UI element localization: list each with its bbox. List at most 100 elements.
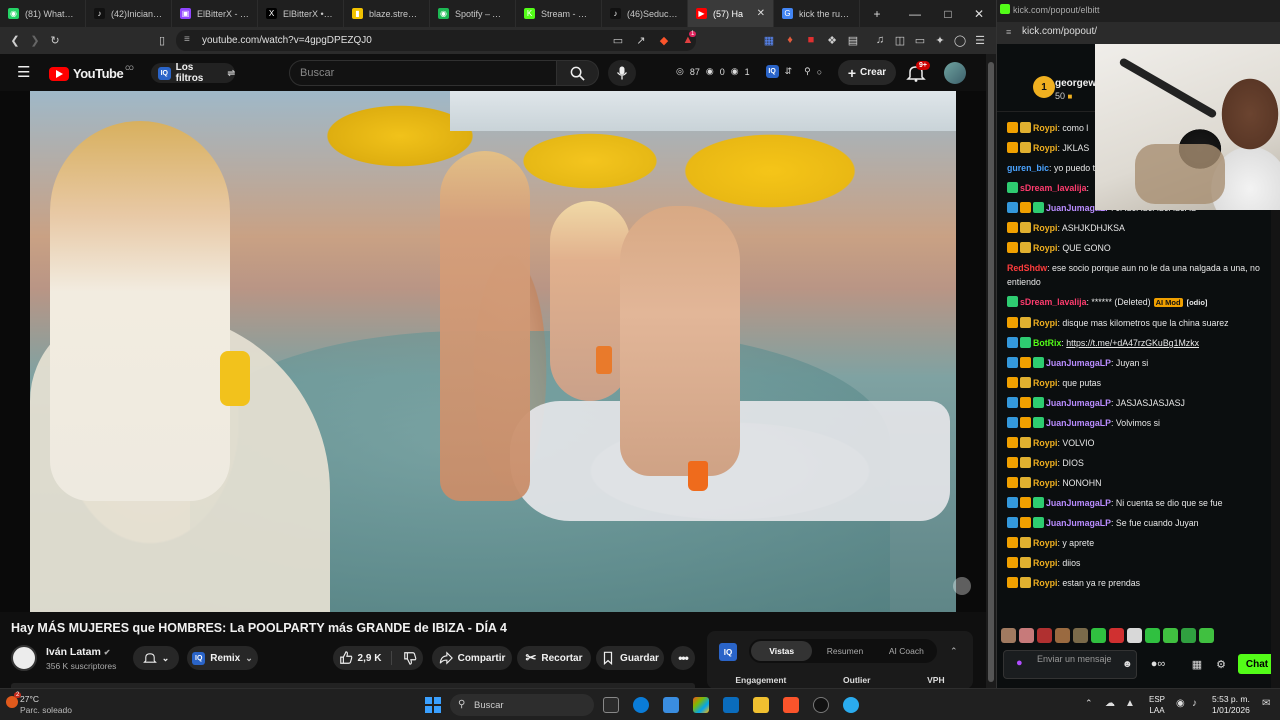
chat-username[interactable]: JuanJumagaLP <box>1046 358 1111 368</box>
chat-link[interactable]: https://t.me/+dA47rzGKuBg1Mzkx <box>1066 338 1199 348</box>
emote-icon[interactable] <box>1163 628 1178 643</box>
chat-username[interactable]: Roypi <box>1033 458 1057 468</box>
search-button[interactable] <box>557 60 599 86</box>
tray-shield-icon[interactable]: ▲ <box>1125 698 1135 709</box>
chat-username[interactable]: Roypi <box>1033 243 1057 253</box>
share-page-icon[interactable]: ↗ <box>634 33 648 47</box>
lightbulb-icon[interactable]: ⚲ <box>804 66 811 77</box>
file-explorer-icon[interactable] <box>753 697 769 713</box>
browser-tab[interactable]: ♪ (42)Iniciando m <box>86 0 172 27</box>
site-info-icon[interactable]: ≡ <box>1006 27 1011 37</box>
extensions-puzzle-icon[interactable]: ❖ <box>825 33 839 47</box>
kick-address-bar[interactable]: ≡ kick.com/popout/ <box>997 22 1280 44</box>
browser-tab[interactable]: ▮ blaze.stream/s <box>344 0 430 27</box>
tab-vistas[interactable]: Vistas <box>751 641 813 661</box>
photos-icon[interactable] <box>723 697 739 713</box>
youtube-logo[interactable]: YouTube CO <box>49 66 134 81</box>
kick-settings-gear-icon[interactable]: ⚙ <box>1214 657 1228 671</box>
chat-username[interactable]: Roypi <box>1033 123 1057 133</box>
emote-icon[interactable] <box>1019 628 1034 643</box>
browser-tab[interactable]: ▣ ElBitterX - Twit <box>172 0 258 27</box>
browser-tab[interactable]: K Stream - Kick <box>516 0 602 27</box>
wallet-icon[interactable]: ▭ <box>913 33 927 47</box>
microphone-icon[interactable]: ● <box>1016 658 1023 669</box>
chat-username[interactable]: JuanJumagaLP <box>1046 398 1111 408</box>
chat-message-input[interactable]: ● Enviar un mensaje ☻ <box>1003 650 1137 679</box>
chat-username[interactable]: JuanJumagaLP <box>1046 518 1111 528</box>
emote-icon[interactable] <box>1109 628 1124 643</box>
vpn-icon[interactable]: ◯ <box>953 33 967 47</box>
leo-ai-icon[interactable]: ✦ <box>933 33 947 47</box>
media-control-icon[interactable]: ♫ <box>873 33 887 47</box>
emote-icon[interactable] <box>1055 628 1070 643</box>
channel-name[interactable]: Iván Latam ✔ <box>46 646 110 658</box>
chat-username[interactable]: JuanJumagaLP <box>1046 498 1111 508</box>
more-actions-button[interactable]: ••• <box>671 646 695 670</box>
filters-button[interactable]: IQ Los filtros ⇌ <box>151 62 235 84</box>
emote-icon[interactable] <box>1073 628 1088 643</box>
taskbar-search-input[interactable]: ⚲ Buscar <box>450 694 594 716</box>
video-frame[interactable] <box>30 91 956 612</box>
browser-tab[interactable]: ♪ (46)SeduceLaV <box>602 0 688 27</box>
search-input[interactable]: Buscar <box>289 60 557 86</box>
close-window-icon[interactable]: ✕ <box>964 0 994 27</box>
video-player[interactable] <box>0 91 986 612</box>
emote-icon[interactable] <box>1001 628 1016 643</box>
iq-icon[interactable]: IQ <box>765 65 779 78</box>
voice-search-button[interactable] <box>608 60 636 86</box>
save-button[interactable]: Guardar <box>596 646 664 670</box>
remix-button[interactable]: IQ Remix ⌄ <box>187 646 258 670</box>
weather-widget[interactable]: 27°C Parc. soleado <box>20 694 72 716</box>
windows-start-icon[interactable] <box>425 697 441 713</box>
chat-username[interactable]: sDream_lavalija <box>1020 297 1087 307</box>
create-button[interactable]: + Crear <box>838 60 896 85</box>
browser-tab[interactable]: ◉ (81) WhatsApp <box>0 0 86 27</box>
obs-icon[interactable] <box>813 697 829 713</box>
chat-username[interactable]: Roypi <box>1033 318 1057 328</box>
browser-tab[interactable]: X ElBitterX • co <box>258 0 344 27</box>
new-tab-button[interactable]: + <box>862 0 892 27</box>
maximize-window-icon[interactable]: □ <box>933 0 963 27</box>
telegram-icon[interactable] <box>843 697 859 713</box>
task-view-icon[interactable] <box>603 697 619 713</box>
chat-username[interactable]: Roypi <box>1033 143 1057 153</box>
emote-icon[interactable] <box>1181 628 1196 643</box>
emote-icon[interactable] <box>1199 628 1214 643</box>
emoji-icon[interactable]: ☻ <box>1122 659 1133 670</box>
chat-bubble-icon[interactable]: ○ <box>817 67 822 77</box>
chat-username[interactable]: Roypi <box>1033 578 1057 588</box>
chat-username[interactable]: Roypi <box>1033 558 1057 568</box>
brave-shield-icon[interactable]: ◆ <box>657 33 671 47</box>
browser-tab[interactable]: Gkick the rules t <box>774 0 860 27</box>
copilot-icon[interactable] <box>693 697 709 713</box>
chat-username[interactable]: Roypi <box>1033 478 1057 488</box>
page-scrollbar[interactable] <box>986 54 996 688</box>
minimize-window-icon[interactable]: — <box>900 0 930 27</box>
tab-resumen[interactable]: Resumen <box>814 646 875 656</box>
collapse-chevron-icon[interactable]: ⌃ <box>950 646 958 657</box>
emote-icon[interactable] <box>1037 628 1052 643</box>
close-tab-icon[interactable]: ✕ <box>757 8 765 19</box>
chat-username[interactable]: Roypi <box>1033 438 1057 448</box>
notification-center-icon[interactable]: ✉ <box>1262 698 1270 709</box>
subscription-bell-button[interactable]: ⌄ <box>133 646 179 670</box>
chat-username[interactable]: Roypi <box>1033 223 1057 233</box>
language-indicator[interactable]: ESP LAA <box>1149 694 1165 716</box>
chat-username[interactable]: JuanJumagaLP <box>1046 418 1111 428</box>
emote-icon[interactable] <box>1145 628 1160 643</box>
chat-username[interactable]: guren_bic <box>1007 163 1049 173</box>
emote-icon[interactable] <box>1091 628 1106 643</box>
kick-gift-icon[interactable]: ●∞ <box>1151 657 1166 671</box>
cast-icon[interactable]: ▭ <box>611 33 625 47</box>
wifi-icon[interactable]: ◉ <box>1176 698 1185 709</box>
browser-menu-icon[interactable]: ☰ <box>973 33 987 47</box>
emote-icon[interactable] <box>1127 628 1142 643</box>
extension-ublock-icon[interactable]: ■ <box>804 33 818 47</box>
volume-icon[interactable]: ♪ <box>1192 698 1197 709</box>
hamburger-menu-icon[interactable]: ☰ <box>17 65 30 80</box>
brave-browser-icon[interactable] <box>783 697 799 713</box>
forward-icon[interactable]: ❯ <box>28 33 42 47</box>
dislike-button[interactable] <box>397 651 417 665</box>
chat-username[interactable]: BotRix <box>1033 338 1061 348</box>
chat-username[interactable]: RedShdw <box>1007 263 1047 273</box>
